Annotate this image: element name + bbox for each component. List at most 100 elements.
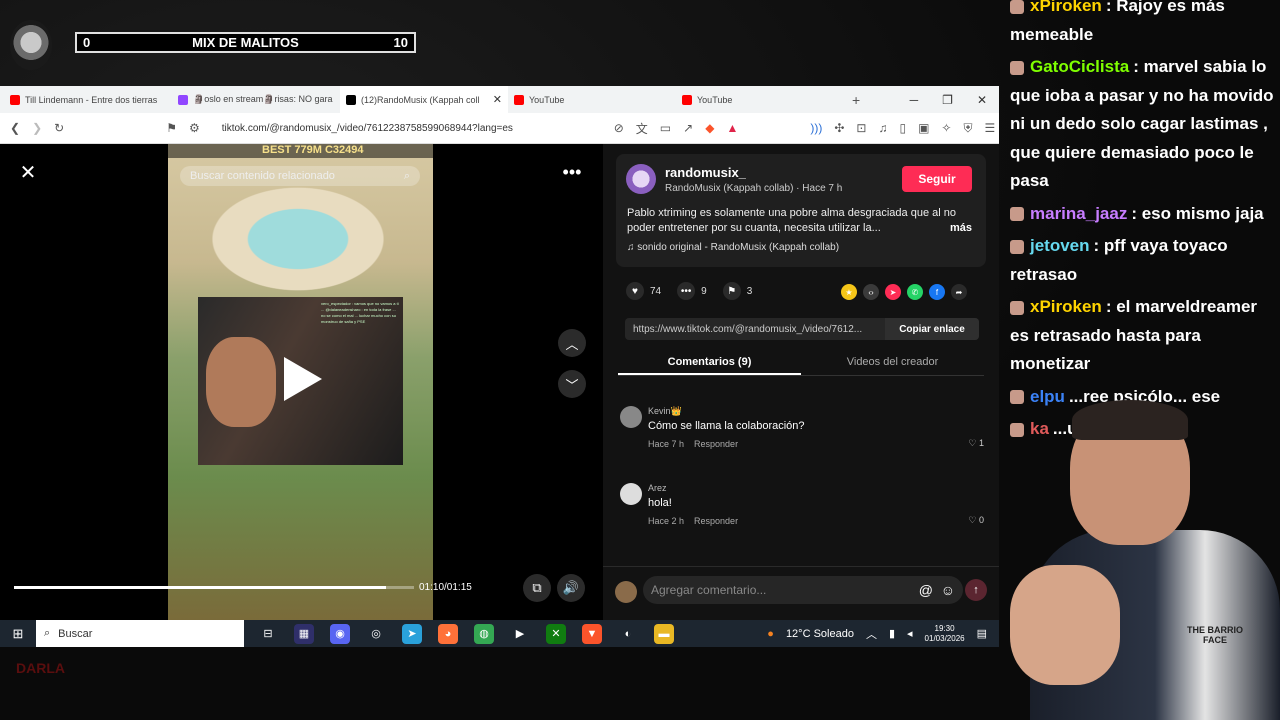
xbox-icon[interactable]: ✕ — [546, 623, 566, 644]
clock[interactable]: 19:30 01/03/2026 — [925, 624, 965, 644]
weather-icon[interactable]: ● — [767, 628, 774, 640]
picture-in-picture-icon[interactable]: ⧉ — [523, 574, 551, 602]
comment-placeholder: Agregar comentario... — [651, 583, 767, 597]
site-info-icon[interactable]: ⚙ — [189, 121, 200, 135]
forward-icon[interactable]: ❯ — [32, 121, 42, 135]
more-options-icon[interactable]: ••• — [558, 158, 586, 186]
discord-icon[interactable]: ◉ — [330, 623, 350, 644]
audio-icon[interactable]: ))) — [810, 121, 822, 135]
menu-icon[interactable]: ☰ — [984, 121, 995, 135]
close-icon[interactable]: ✕ — [977, 93, 987, 107]
plus-icon[interactable]: + — [852, 92, 860, 108]
close-icon[interactable]: ✕ — [14, 158, 42, 186]
reply-button[interactable]: Responder — [694, 439, 738, 449]
obs-icon[interactable]: ◎ — [366, 624, 386, 644]
task-view-icon[interactable]: ⊟ — [258, 624, 278, 644]
toolbar-actions: ⊘ 文 ▭ ↗ ◆ ▲ ))) ✣ ⊡ ♫ ▯ ▣ ✧ ⛨ ☰ — [614, 120, 996, 137]
comment-input[interactable]: Agregar comentario... @ ☺ — [643, 576, 963, 604]
whatsapp-icon[interactable]: ✆ — [907, 284, 923, 300]
taskbar-search[interactable]: ⌕ Buscar — [36, 620, 244, 647]
comment-user[interactable]: Kevin👑 — [648, 406, 682, 417]
emoji-icon[interactable]: ☺ — [941, 576, 955, 604]
close-tab-icon[interactable]: ✕ — [493, 93, 502, 106]
twitch-icon — [178, 94, 188, 105]
reload-icon[interactable]: ↻ — [54, 121, 64, 135]
comment-text: Cómo se llama la colaboración? — [648, 420, 805, 432]
share-arrow-icon[interactable]: ➦ — [951, 284, 967, 300]
avatar[interactable] — [620, 483, 642, 505]
facebook-icon[interactable]: f — [929, 284, 945, 300]
weather-label[interactable]: 12°C Soleado — [786, 628, 854, 640]
vpn-icon[interactable]: ⛨ — [963, 121, 972, 136]
address-bar[interactable]: tiktok.com/@randomusix_/video/7612238758… — [222, 123, 602, 134]
post-link[interactable]: https://www.tiktok.com/@randomusix_/vide… — [633, 324, 862, 335]
comment-text: hola! — [648, 497, 672, 509]
send-button[interactable]: ↑ — [965, 579, 987, 601]
comment-like-button[interactable]: ♡ 1 — [968, 438, 984, 449]
more-link[interactable]: más — [950, 221, 972, 236]
reader-icon[interactable]: ⊘ — [614, 121, 624, 135]
sound-link[interactable]: ♫ sonido original - RandoMusix (Kappah c… — [627, 242, 839, 253]
maximize-icon[interactable]: ❐ — [942, 93, 953, 107]
notifications-icon[interactable]: ▤ — [977, 627, 987, 640]
chevron-up-icon[interactable]: ︿ — [558, 329, 586, 357]
leo-icon[interactable]: ✧ — [941, 121, 951, 135]
username[interactable]: randomusix_ — [665, 165, 746, 180]
minimize-icon[interactable]: ─ — [910, 93, 919, 107]
tab-label: Till Lindemann - Entre dos tierras — [25, 94, 158, 105]
store-icon[interactable]: ▦ — [294, 623, 314, 644]
share-icon[interactable]: ↗ — [683, 121, 693, 135]
tab-label: YouTube — [529, 94, 565, 105]
mention-icon[interactable]: @ — [919, 576, 933, 604]
speaker-icon[interactable]: ◂ — [907, 627, 913, 640]
avatar[interactable] — [626, 164, 656, 194]
reply-button[interactable]: Responder — [694, 516, 738, 526]
translate-icon[interactable]: 文 — [636, 120, 648, 137]
avatar[interactable] — [620, 406, 642, 428]
chevron-up-icon[interactable]: ︿ — [866, 626, 877, 642]
browser-tab-2[interactable]: 🗿oslo en stream🗿risas: NO gara — [172, 86, 340, 113]
comment-button[interactable]: ••• 9 — [677, 282, 707, 300]
rewards-icon[interactable]: ▲ — [726, 121, 738, 135]
media-player-icon[interactable]: ▶ — [510, 624, 530, 644]
chat-message: xPiroken: el marveldreamer es retrasado … — [1010, 293, 1280, 379]
save-button[interactable]: ⚑ 3 — [722, 282, 752, 300]
video-progress-bar[interactable] — [14, 586, 414, 589]
microphone-icon[interactable]: ▮ — [889, 627, 895, 640]
music-icon[interactable]: ♫ — [878, 121, 887, 135]
play-icon[interactable] — [284, 357, 322, 401]
brave-icon[interactable]: ▼ — [582, 623, 602, 644]
send-icon[interactable]: ➤ — [885, 284, 901, 300]
related-search-input[interactable]: Buscar contenido relacionado ⌕ — [180, 166, 420, 186]
embed-icon[interactable]: ‹› — [863, 284, 879, 300]
browser-tab-4[interactable]: YouTube — [508, 86, 676, 113]
like-button[interactable]: ♥ 74 — [626, 282, 661, 300]
back-icon[interactable]: ❮ — [10, 121, 20, 135]
chrome-icon[interactable]: ◍ — [474, 623, 494, 644]
brave-shield-icon[interactable]: ◆ — [705, 121, 714, 135]
wallet-icon[interactable]: ▣ — [918, 121, 929, 135]
telegram-icon[interactable]: ➤ — [402, 623, 422, 644]
app-icon[interactable]: ◐ — [618, 624, 638, 644]
comment-like-button[interactable]: ♡ 0 — [968, 515, 984, 526]
screenshot-icon[interactable]: ⊡ — [856, 121, 866, 135]
volume-icon[interactable]: 🔊 — [557, 574, 585, 602]
coin-icon[interactable]: ★ — [841, 284, 857, 300]
firefox-icon[interactable]: ◕ — [438, 623, 458, 644]
browser-tab-1[interactable]: Till Lindemann - Entre dos tierras — [4, 86, 172, 113]
sidebar-icon[interactable]: ▯ — [899, 121, 906, 135]
comment-count: 9 — [701, 285, 707, 297]
windows-start-icon[interactable]: ⊞ — [0, 626, 36, 642]
copy-link-button[interactable]: Copiar enlace — [885, 318, 979, 340]
tab-comments[interactable]: Comentarios (9) — [618, 350, 801, 375]
cast-icon[interactable]: ▭ — [660, 121, 671, 135]
file-explorer-icon[interactable]: ▬ — [654, 623, 674, 644]
chevron-down-icon[interactable]: ﹀ — [558, 370, 586, 398]
browser-tab-3[interactable]: (12)RandoMusix (Kappah coll ✕ — [340, 86, 508, 113]
follow-button[interactable]: Seguir — [902, 166, 972, 192]
extensions-icon[interactable]: ✣ — [834, 121, 844, 135]
tab-creator-videos[interactable]: Videos del creador — [801, 350, 984, 375]
browser-tab-5[interactable]: YouTube — [676, 86, 844, 113]
bookmark-icon[interactable]: ⚑ — [166, 121, 177, 135]
comment-user[interactable]: Arez — [648, 483, 667, 493]
